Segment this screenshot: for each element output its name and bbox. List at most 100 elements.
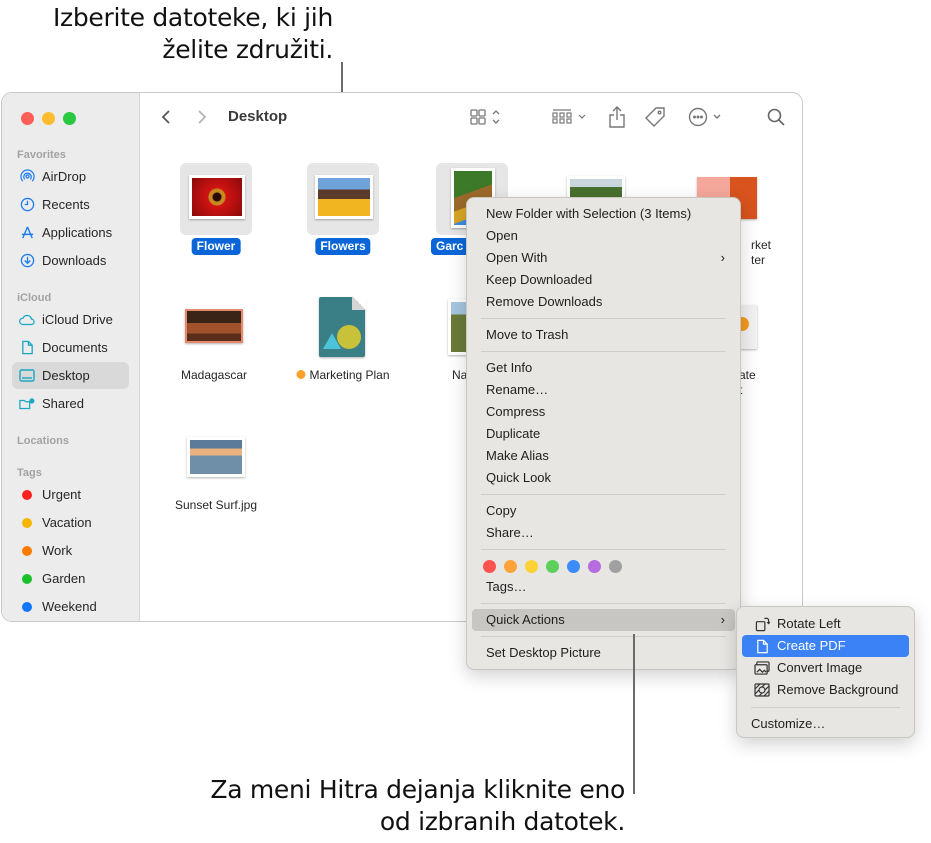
menu-item-copy[interactable]: Copy [472, 500, 735, 522]
document-icon [19, 340, 35, 356]
chevron-right-icon: › [720, 612, 725, 627]
grid-view-icon [470, 109, 500, 125]
desktop-icon [19, 368, 35, 384]
clock-icon [19, 197, 35, 213]
sidebar-item-label: Work [42, 543, 73, 558]
file-name: rket ter [751, 238, 771, 268]
menu-item-remove-downloads[interactable]: Remove Downloads [472, 291, 735, 313]
submenu-item-create-pdf[interactable]: Create PDF [742, 635, 909, 657]
zoom-button[interactable] [63, 112, 76, 125]
menu-item-open[interactable]: Open [472, 225, 735, 247]
sidebar-item-label: Desktop [42, 368, 90, 383]
file-name: Marketing Plan [296, 368, 390, 383]
submenu-item-label: Create PDF [777, 638, 846, 653]
callout-select-files: Izberite datoteke, ki jih želite združit… [0, 2, 333, 66]
file-name: Madagascar [180, 368, 248, 382]
file-thumbnail [189, 175, 245, 219]
share-button[interactable] [608, 105, 626, 129]
file-name-text: Marketing Plan [309, 368, 390, 382]
minimize-button[interactable] [42, 112, 55, 125]
menu-item-quick-look[interactable]: Quick Look [472, 467, 735, 489]
sidebar-item-label: Downloads [42, 253, 107, 268]
sidebar-item-shared[interactable]: Shared [12, 390, 129, 417]
file-name: ate t [739, 368, 756, 398]
sidebar-item-applications[interactable]: Applications [12, 219, 129, 246]
sidebar-section-locations[interactable]: Locations [17, 435, 69, 447]
menu-item-new-folder-with-selection[interactable]: New Folder with Selection (3 Items) [472, 203, 735, 225]
callout-line: Za meni Hitra dejanja kliknite eno [210, 775, 625, 804]
menu-item-compress[interactable]: Compress [472, 401, 735, 423]
tag-orange-button[interactable] [504, 560, 517, 573]
submenu-item-label: Convert Image [777, 660, 863, 675]
group-by-icon [552, 109, 586, 124]
menu-item-quick-actions[interactable]: Quick Actions › [472, 609, 735, 631]
sidebar-tag-work[interactable]: Work [12, 537, 129, 564]
submenu-item-rotate-left[interactable]: Rotate Left [742, 613, 909, 635]
file-item-madagascar[interactable]: Madagascar [154, 293, 274, 388]
tag-blue-button[interactable] [567, 560, 580, 573]
download-icon [19, 253, 35, 269]
sidebar-tag-garden[interactable]: Garden [12, 565, 129, 592]
menu-item-rename[interactable]: Rename… [472, 379, 735, 401]
callout-line: želite združiti. [162, 35, 333, 64]
forward-button[interactable] [196, 105, 208, 129]
airdrop-icon [19, 169, 35, 185]
submenu-item-remove-background[interactable]: Remove Background [742, 679, 909, 701]
submenu-item-convert-image[interactable]: Convert Image [742, 657, 909, 679]
search-icon [767, 108, 785, 126]
tag-yellow-button[interactable] [525, 560, 538, 573]
menu-item-share[interactable]: Share… [472, 522, 735, 544]
sidebar-item-airdrop[interactable]: AirDrop [12, 163, 129, 190]
tag-red-button[interactable] [483, 560, 496, 573]
tag-button[interactable] [644, 105, 666, 129]
file-item-sunset-surf[interactable]: Sunset Surf.jpg [156, 423, 276, 518]
remove-background-icon [754, 682, 770, 698]
menu-separator [481, 494, 726, 495]
tag-color-dot [22, 517, 32, 528]
sidebar-tag-urgent[interactable]: Urgent [12, 481, 129, 508]
group-by-button[interactable] [551, 105, 589, 129]
file-item-flowers[interactable]: Flowers [283, 163, 403, 258]
close-button[interactable] [21, 112, 34, 125]
action-menu-button[interactable] [688, 105, 726, 129]
sidebar-item-label: Urgent [42, 487, 82, 502]
quick-actions-submenu: Rotate Left Create PDF Convert Image Rem… [736, 606, 915, 738]
menu-item-keep-downloaded[interactable]: Keep Downloaded [472, 269, 735, 291]
sidebar-item-downloads[interactable]: Downloads [12, 247, 129, 274]
menu-item-make-alias[interactable]: Make Alias [472, 445, 735, 467]
search-button[interactable] [767, 105, 785, 129]
back-button[interactable] [160, 105, 172, 129]
sidebar-item-documents[interactable]: Documents [12, 334, 129, 361]
chevron-left-icon [161, 110, 170, 124]
menu-item-duplicate[interactable]: Duplicate [472, 423, 735, 445]
tag-color-dot [296, 370, 306, 379]
file-thumbnail [739, 305, 757, 349]
file-name-line: rket [751, 238, 772, 252]
rotate-left-icon [754, 616, 770, 632]
callout-line: od izbranih datotek. [379, 807, 625, 836]
file-thumbnail [315, 175, 373, 219]
menu-separator [481, 549, 726, 550]
tag-gray-button[interactable] [609, 560, 622, 573]
sidebar-tag-vacation[interactable]: Vacation [12, 509, 129, 536]
sidebar-item-label: AirDrop [42, 169, 87, 184]
sidebar-item-desktop[interactable]: Desktop [12, 362, 129, 389]
menu-item-tags[interactable]: Tags… [472, 576, 735, 598]
sidebar-item-recents[interactable]: Recents [12, 191, 129, 218]
file-name-line: ate [739, 368, 756, 382]
sidebar-item-icloud-drive[interactable]: iCloud Drive [12, 306, 129, 333]
sidebar-item-label: Shared [42, 396, 84, 411]
menu-separator [481, 636, 726, 637]
view-options-button[interactable] [470, 105, 504, 129]
tag-icon [645, 107, 665, 127]
menu-item-open-with[interactable]: Open With › [472, 247, 735, 269]
file-item-marketing-plan[interactable]: Marketing Plan [283, 293, 403, 388]
sidebar-tag-weekend[interactable]: Weekend [12, 593, 129, 620]
tag-green-button[interactable] [546, 560, 559, 573]
menu-item-move-to-trash[interactable]: Move to Trash [472, 324, 735, 346]
menu-item-get-info[interactable]: Get Info [472, 357, 735, 379]
tag-purple-button[interactable] [588, 560, 601, 573]
submenu-item-customize[interactable]: Customize… [742, 713, 909, 735]
file-item-flower[interactable]: Flower [156, 163, 276, 258]
menu-item-set-desktop-picture[interactable]: Set Desktop Picture [472, 642, 735, 664]
